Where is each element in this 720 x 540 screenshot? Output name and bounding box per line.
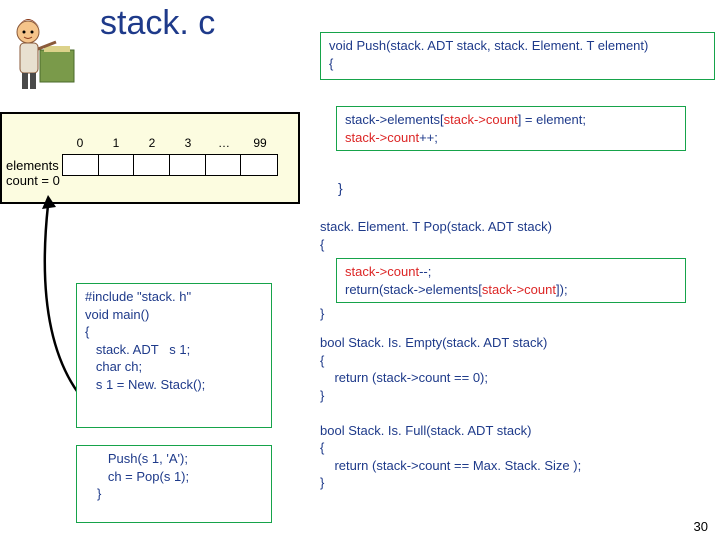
bool-fns-text: bool Stack. Is. Empty(stack. ADT stack) … [320, 334, 581, 492]
array-cell [241, 155, 277, 175]
pop-def-text: stack. Element. T Pop(stack. ADT stack) … [320, 218, 552, 253]
array-diagram: 0 1 2 3 … 99 [62, 136, 278, 176]
count-label: count = 0 [6, 173, 60, 188]
main-code-box: #include "stack. h" void main() { stack.… [76, 283, 272, 428]
slide-title: stack. c [100, 4, 215, 43]
elements-label: elements [6, 158, 60, 173]
push-body-box: stack->elements[stack->count] = element;… [336, 106, 686, 151]
pop-body-box: stack->count--; return(stack->elements[s… [336, 258, 686, 303]
array-cell [134, 155, 170, 175]
index-label: 3 [170, 136, 206, 154]
array-cell [63, 155, 99, 175]
push-close-brace: } [338, 180, 343, 196]
pop-close-brace: } [320, 306, 324, 321]
index-label: 0 [62, 136, 98, 154]
push-def-box: void Push(stack. ADT stack, stack. Eleme… [320, 32, 715, 80]
index-label: 1 [98, 136, 134, 154]
struct-labels: elements count = 0 [6, 158, 60, 188]
page-number: 30 [694, 519, 708, 534]
index-label: 2 [134, 136, 170, 154]
index-label: … [206, 136, 242, 154]
index-label: 99 [242, 136, 278, 154]
push-call-box: Push(s 1, 'A'); ch = Pop(s 1); } [76, 445, 272, 523]
teacher-icon [10, 14, 80, 94]
memory-box: 0 1 2 3 … 99 elements count = 0 [0, 112, 300, 204]
array-cell [206, 155, 242, 175]
array-cell [99, 155, 135, 175]
array-cell [170, 155, 206, 175]
